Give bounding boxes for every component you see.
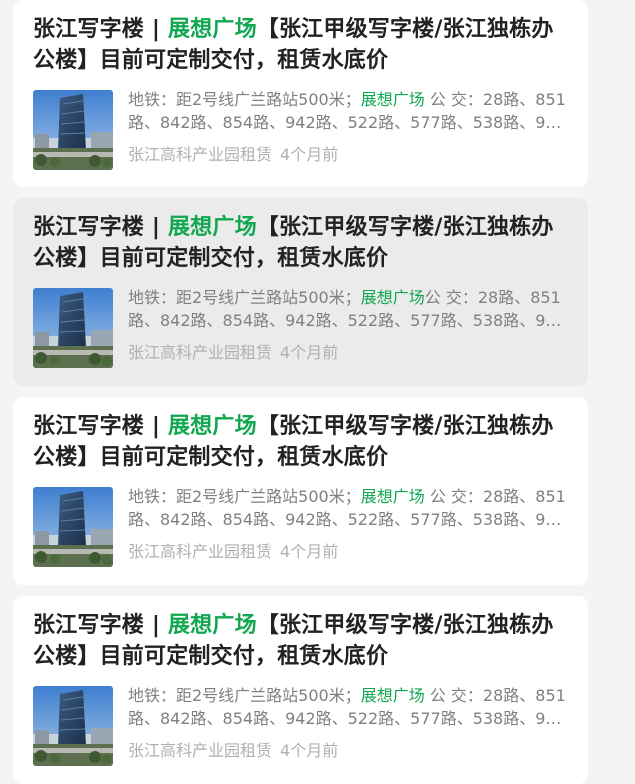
listing-time: 4个月前: [280, 741, 339, 760]
listing-meta: 张江高科产业园租赁 4个月前: [128, 342, 568, 364]
listing-description: 地铁：距2号线广兰路站500米；展想广场 公 交：28路、851路、842路、8…: [128, 88, 568, 134]
title-prefix: 张江写字楼 |: [33, 414, 168, 439]
listing-time: 4个月前: [280, 343, 339, 362]
listing-time: 4个月前: [280, 542, 339, 561]
title-prefix: 张江写字楼 |: [33, 613, 168, 638]
listing-meta: 张江高科产业园租赁 4个月前: [128, 541, 568, 563]
listing-info: 地铁：距2号线广兰路站500米；展想广场 公 交：28路、851路、842路、8…: [128, 88, 568, 170]
listing-card[interactable]: 张江写字楼 | 展想广场【张江甲级写字楼/张江独栋办公楼】目前可定制交付，租赁水…: [13, 198, 588, 386]
desc-prefix: 地铁：距2号线广兰路站500米；: [128, 487, 361, 506]
listing-category[interactable]: 张江高科产业园租赁: [128, 542, 272, 561]
listing-time: 4个月前: [280, 145, 339, 164]
listing-description: 地铁：距2号线广兰路站500米；展想广场 公 交：28路、851路、842路、8…: [128, 485, 568, 531]
listing-title[interactable]: 张江写字楼 | 展想广场【张江甲级写字楼/张江独栋办公楼】目前可定制交付，租赁水…: [33, 610, 568, 672]
listing-title[interactable]: 张江写字楼 | 展想广场【张江甲级写字楼/张江独栋办公楼】目前可定制交付，租赁水…: [33, 411, 568, 473]
title-highlight: 展想广场: [167, 414, 257, 439]
office-building-icon: [33, 288, 113, 368]
listing-body: 地铁：距2号线广兰路站500米；展想广场公 交：28路、851路、842路、85…: [33, 286, 568, 368]
listing-card[interactable]: 张江写字楼 | 展想广场【张江甲级写字楼/张江独栋办公楼】目前可定制交付，租赁水…: [13, 397, 588, 585]
listing-info: 地铁：距2号线广兰路站500米；展想广场 公 交：28路、851路、842路、8…: [128, 684, 568, 766]
title-prefix: 张江写字楼 |: [33, 215, 168, 240]
listing-thumbnail[interactable]: [33, 487, 113, 567]
desc-highlight: 展想广场: [360, 90, 425, 109]
office-building-icon: [33, 487, 113, 567]
listing-category[interactable]: 张江高科产业园租赁: [128, 145, 272, 164]
listing-meta: 张江高科产业园租赁 4个月前: [128, 740, 568, 762]
title-highlight: 展想广场: [167, 613, 257, 638]
listing-card[interactable]: 张江写字楼 | 展想广场【张江甲级写字楼/张江独栋办公楼】目前可定制交付，租赁水…: [13, 0, 588, 187]
office-building-icon: [33, 90, 113, 170]
desc-highlight: 展想广场: [360, 288, 425, 307]
listing-title[interactable]: 张江写字楼 | 展想广场【张江甲级写字楼/张江独栋办公楼】目前可定制交付，租赁水…: [33, 14, 568, 76]
listing-description: 地铁：距2号线广兰路站500米；展想广场公 交：28路、851路、842路、85…: [128, 286, 568, 332]
listing-info: 地铁：距2号线广兰路站500米；展想广场公 交：28路、851路、842路、85…: [128, 286, 568, 368]
listing-body: 地铁：距2号线广兰路站500米；展想广场 公 交：28路、851路、842路、8…: [33, 485, 568, 567]
listing-thumbnail[interactable]: [33, 288, 113, 368]
desc-prefix: 地铁：距2号线广兰路站500米；: [128, 686, 361, 705]
desc-prefix: 地铁：距2号线广兰路站500米；: [128, 90, 361, 109]
desc-prefix: 地铁：距2号线广兰路站500米；: [128, 288, 361, 307]
listing-card[interactable]: 张江写字楼 | 展想广场【张江甲级写字楼/张江独栋办公楼】目前可定制交付，租赁水…: [13, 596, 588, 784]
listing-thumbnail[interactable]: [33, 90, 113, 170]
title-prefix: 张江写字楼 |: [33, 17, 168, 42]
desc-highlight: 展想广场: [360, 487, 425, 506]
listing-title[interactable]: 张江写字楼 | 展想广场【张江甲级写字楼/张江独栋办公楼】目前可定制交付，租赁水…: [33, 212, 568, 274]
office-building-icon: [33, 686, 113, 766]
listing-info: 地铁：距2号线广兰路站500米；展想广场 公 交：28路、851路、842路、8…: [128, 485, 568, 567]
listing-thumbnail[interactable]: [33, 686, 113, 766]
title-highlight: 展想广场: [167, 17, 257, 42]
desc-highlight: 展想广场: [360, 686, 425, 705]
listing-body: 地铁：距2号线广兰路站500米；展想广场 公 交：28路、851路、842路、8…: [33, 88, 568, 170]
title-highlight: 展想广场: [167, 215, 257, 240]
listing-category[interactable]: 张江高科产业园租赁: [128, 741, 272, 760]
listing-body: 地铁：距2号线广兰路站500米；展想广场 公 交：28路、851路、842路、8…: [33, 684, 568, 766]
listing-category[interactable]: 张江高科产业园租赁: [128, 343, 272, 362]
listing-meta: 张江高科产业园租赁 4个月前: [128, 144, 568, 166]
listing-description: 地铁：距2号线广兰路站500米；展想广场 公 交：28路、851路、842路、8…: [128, 684, 568, 730]
